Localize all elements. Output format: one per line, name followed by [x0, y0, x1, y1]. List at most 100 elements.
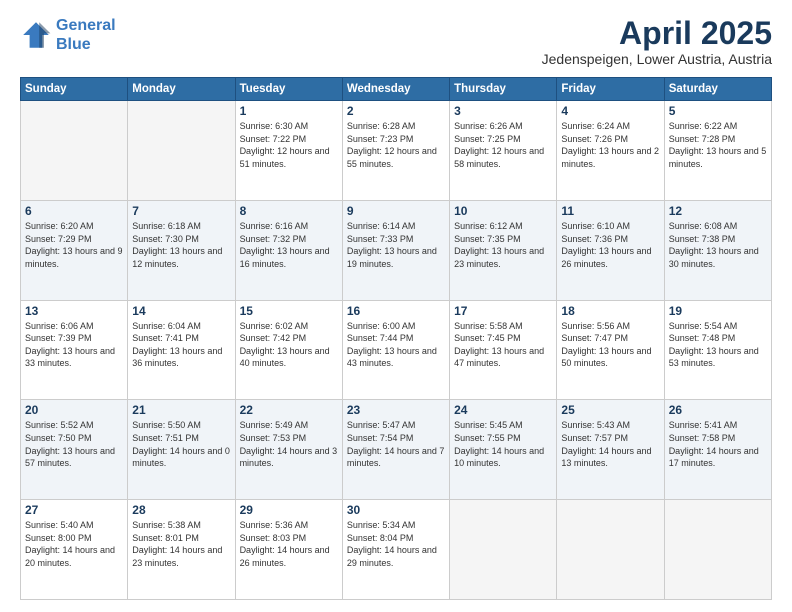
day-number: 1 [240, 104, 338, 118]
calendar-subtitle: Jedenspeigen, Lower Austria, Austria [542, 51, 772, 67]
col-wednesday: Wednesday [342, 78, 449, 101]
table-cell: 2 Sunrise: 6:28 AMSunset: 7:23 PMDaylight… [342, 101, 449, 201]
table-cell: 1Sunrise: 6:30 AMSunset: 7:22 PMDaylight… [235, 101, 342, 201]
table-cell: 10 Sunrise: 6:12 AMSunset: 7:35 PMDayligh… [450, 200, 557, 300]
col-thursday: Thursday [450, 78, 557, 101]
day-info: Sunrise: 5:34 AMSunset: 8:04 PMDaylight:… [347, 519, 445, 569]
col-sunday: Sunday [21, 78, 128, 101]
day-info: Sunrise: 5:38 AMSunset: 8:01 PMDaylight:… [132, 519, 230, 569]
table-cell: 3 Sunrise: 6:26 AMSunset: 7:25 PMDaylight… [450, 101, 557, 201]
table-cell [450, 500, 557, 600]
day-info: Sunrise: 5:49 AMSunset: 7:53 PMDaylight:… [240, 419, 338, 469]
title-block: April 2025 Jedenspeigen, Lower Austria, … [542, 16, 772, 67]
table-cell [128, 101, 235, 201]
table-cell: 18Sunrise: 5:56 AMSunset: 7:47 PMDayligh… [557, 300, 664, 400]
table-cell: 23 Sunrise: 5:47 AMSunset: 7:54 PMDayligh… [342, 400, 449, 500]
table-cell: 27Sunrise: 5:40 AMSunset: 8:00 PMDayligh… [21, 500, 128, 600]
col-monday: Monday [128, 78, 235, 101]
day-number: 27 [25, 503, 123, 517]
day-number: 8 [240, 204, 338, 218]
day-info: Sunrise: 6:22 AMSunset: 7:28 PMDaylight:… [669, 120, 767, 170]
logo-icon [20, 19, 52, 51]
table-cell: 7 Sunrise: 6:18 AMSunset: 7:30 PMDaylight… [128, 200, 235, 300]
day-info: Sunrise: 6:28 AMSunset: 7:23 PMDaylight:… [347, 120, 445, 170]
table-cell [664, 500, 771, 600]
calendar-title: April 2025 [542, 16, 772, 51]
table-cell: 15 Sunrise: 6:02 AMSunset: 7:42 PMDayligh… [235, 300, 342, 400]
day-info: Sunrise: 5:47 AMSunset: 7:54 PMDaylight:… [347, 419, 445, 469]
day-number: 14 [132, 304, 230, 318]
day-info: Sunrise: 6:12 AMSunset: 7:35 PMDaylight:… [454, 220, 552, 270]
page: General Blue April 2025 Jedenspeigen, Lo… [0, 0, 792, 612]
day-info: Sunrise: 6:18 AMSunset: 7:30 PMDaylight:… [132, 220, 230, 270]
table-cell [557, 500, 664, 600]
day-number: 7 [132, 204, 230, 218]
day-number: 15 [240, 304, 338, 318]
table-cell: 24 Sunrise: 5:45 AMSunset: 7:55 PMDayligh… [450, 400, 557, 500]
day-info: Sunrise: 5:58 AMSunset: 7:45 PMDaylight:… [454, 320, 552, 370]
day-number: 13 [25, 304, 123, 318]
table-cell: 17Sunrise: 5:58 AMSunset: 7:45 PMDayligh… [450, 300, 557, 400]
table-cell: 26Sunrise: 5:41 AMSunset: 7:58 PMDayligh… [664, 400, 771, 500]
day-number: 5 [669, 104, 767, 118]
day-info: Sunrise: 6:10 AMSunset: 7:36 PMDaylight:… [561, 220, 659, 270]
table-cell: 9 Sunrise: 6:14 AMSunset: 7:33 PMDaylight… [342, 200, 449, 300]
day-info: Sunrise: 6:06 AMSunset: 7:39 PMDaylight:… [25, 320, 123, 370]
day-number: 23 [347, 403, 445, 417]
table-cell [21, 101, 128, 201]
table-cell: 25Sunrise: 5:43 AMSunset: 7:57 PMDayligh… [557, 400, 664, 500]
logo-line1: General [56, 17, 116, 34]
table-cell: 12 Sunrise: 6:08 AMSunset: 7:38 PMDayligh… [664, 200, 771, 300]
day-number: 21 [132, 403, 230, 417]
table-cell: 28 Sunrise: 5:38 AMSunset: 8:01 PMDayligh… [128, 500, 235, 600]
col-friday: Friday [557, 78, 664, 101]
table-cell: 29Sunrise: 5:36 AMSunset: 8:03 PMDayligh… [235, 500, 342, 600]
day-info: Sunrise: 6:26 AMSunset: 7:25 PMDaylight:… [454, 120, 552, 170]
day-info: Sunrise: 5:54 AMSunset: 7:48 PMDaylight:… [669, 320, 767, 370]
table-cell: 4Sunrise: 6:24 AMSunset: 7:26 PMDaylight… [557, 101, 664, 201]
table-cell: 11 Sunrise: 6:10 AMSunset: 7:36 PMDayligh… [557, 200, 664, 300]
table-cell: 8 Sunrise: 6:16 AMSunset: 7:32 PMDaylight… [235, 200, 342, 300]
day-number: 2 [347, 104, 445, 118]
day-number: 4 [561, 104, 659, 118]
table-cell: 6Sunrise: 6:20 AMSunset: 7:29 PMDaylight… [21, 200, 128, 300]
day-number: 3 [454, 104, 552, 118]
day-info: Sunrise: 6:08 AMSunset: 7:38 PMDaylight:… [669, 220, 767, 270]
table-cell: 16 Sunrise: 6:00 AMSunset: 7:44 PMDayligh… [342, 300, 449, 400]
table-cell: 19 Sunrise: 5:54 AMSunset: 7:48 PMDayligh… [664, 300, 771, 400]
header: General Blue April 2025 Jedenspeigen, Lo… [20, 16, 772, 67]
calendar-table: Sunday Monday Tuesday Wednesday Thursday… [20, 77, 772, 600]
logo-line2: Blue [56, 36, 91, 53]
day-number: 10 [454, 204, 552, 218]
logo: General Blue [20, 16, 116, 54]
day-info: Sunrise: 6:14 AMSunset: 7:33 PMDaylight:… [347, 220, 445, 270]
day-info: Sunrise: 5:45 AMSunset: 7:55 PMDaylight:… [454, 419, 552, 469]
day-info: Sunrise: 6:16 AMSunset: 7:32 PMDaylight:… [240, 220, 338, 270]
day-number: 16 [347, 304, 445, 318]
day-number: 20 [25, 403, 123, 417]
day-info: Sunrise: 5:36 AMSunset: 8:03 PMDaylight:… [240, 519, 338, 569]
day-number: 11 [561, 204, 659, 218]
table-cell: 22 Sunrise: 5:49 AMSunset: 7:53 PMDayligh… [235, 400, 342, 500]
day-number: 26 [669, 403, 767, 417]
day-number: 24 [454, 403, 552, 417]
table-cell: 14Sunrise: 6:04 AMSunset: 7:41 PMDayligh… [128, 300, 235, 400]
day-number: 12 [669, 204, 767, 218]
col-tuesday: Tuesday [235, 78, 342, 101]
day-info: Sunrise: 6:00 AMSunset: 7:44 PMDaylight:… [347, 320, 445, 370]
calendar-header-row: Sunday Monday Tuesday Wednesday Thursday… [21, 78, 772, 101]
day-number: 22 [240, 403, 338, 417]
day-number: 28 [132, 503, 230, 517]
day-info: Sunrise: 5:50 AMSunset: 7:51 PMDaylight:… [132, 419, 230, 469]
day-info: Sunrise: 6:02 AMSunset: 7:42 PMDaylight:… [240, 320, 338, 370]
day-number: 25 [561, 403, 659, 417]
day-number: 18 [561, 304, 659, 318]
day-number: 9 [347, 204, 445, 218]
table-cell: 5 Sunrise: 6:22 AMSunset: 7:28 PMDaylight… [664, 101, 771, 201]
table-cell: 21 Sunrise: 5:50 AMSunset: 7:51 PMDayligh… [128, 400, 235, 500]
table-cell: 30Sunrise: 5:34 AMSunset: 8:04 PMDayligh… [342, 500, 449, 600]
day-number: 19 [669, 304, 767, 318]
day-info: Sunrise: 5:52 AMSunset: 7:50 PMDaylight:… [25, 419, 123, 469]
table-cell: 13 Sunrise: 6:06 AMSunset: 7:39 PMDayligh… [21, 300, 128, 400]
day-number: 6 [25, 204, 123, 218]
